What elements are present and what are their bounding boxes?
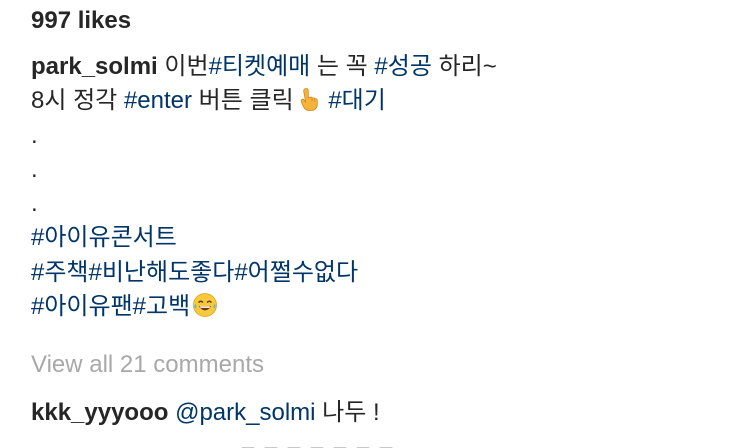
pointing-up-hand-emoji	[300, 88, 318, 112]
comment-row: kkk_yyyooo @park_solmi 나두 !	[31, 397, 380, 429]
hashtag-link[interactable]: #enter	[124, 87, 192, 114]
hashtag-link[interactable]: #성공	[374, 53, 432, 80]
view-all-comments-link[interactable]: View all 21 comments	[31, 349, 264, 381]
caption-text: 이번	[157, 53, 209, 80]
hashtag-link[interactable]: #대기	[328, 87, 386, 114]
post-details: 997 likes park_solmi 이번#티켓예매 는 꼭 #성공 하리~…	[31, 0, 750, 448]
likes-count[interactable]: 997 likes	[31, 6, 131, 36]
hashtag-link[interactable]: #티켓예매	[209, 53, 311, 80]
hashtag-line[interactable]: #주책#비난해도좋다#어쩔수없다	[31, 256, 497, 290]
hashtag-line[interactable]: #아이유콘서트	[31, 221, 497, 255]
post-caption: park_solmi 이번#티켓예매 는 꼭 #성공 하리~ 8시 정각 #en…	[31, 50, 497, 324]
comment-username[interactable]: kkk_yyyooo	[31, 399, 168, 426]
caption-dot-line: .	[31, 190, 38, 218]
caption-line-1: park_solmi 이번#티켓예매 는 꼭 #성공 하리~	[31, 50, 497, 84]
caption-text: 는 꼭	[310, 53, 375, 80]
comment-text: 나두 !	[315, 399, 380, 426]
comment-mention[interactable]: @park_solmi	[175, 399, 315, 426]
caption-text: 하리~	[431, 53, 497, 80]
caption-dot-line: .	[31, 121, 38, 149]
caption-text: 8시 정각	[31, 87, 124, 115]
hashtag-line-with-emoji: #아이유팬#고백	[31, 290, 497, 324]
caption-text: 버튼 클릭	[192, 87, 294, 115]
hashtag-link[interactable]: #아이유팬#고백	[31, 293, 190, 320]
caption-username[interactable]: park_solmi	[31, 53, 158, 80]
clipped-next-comment-line	[241, 438, 411, 448]
tears-of-joy-emoji	[193, 293, 218, 317]
caption-line-2: 8시 정각 #enter 버튼 클릭 #대기	[31, 84, 497, 118]
caption-dot-line: .	[31, 155, 38, 183]
